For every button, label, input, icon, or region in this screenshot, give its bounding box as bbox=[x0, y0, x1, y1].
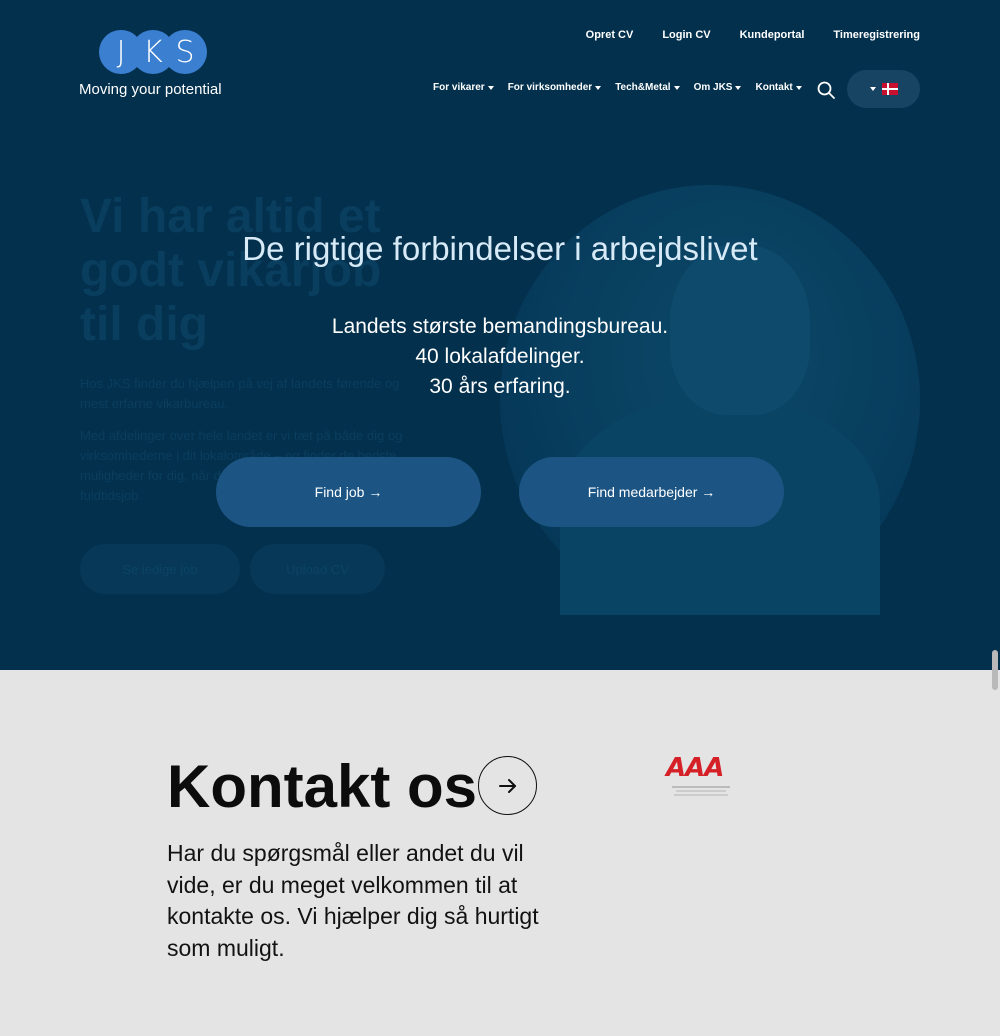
contact-text: Har du spørgsmål eller andet du vil vide… bbox=[167, 840, 539, 961]
top-links: Opret CV Login CV Kundeportal Timeregist… bbox=[586, 29, 920, 41]
caret-down-icon bbox=[795, 85, 802, 90]
language-selector[interactable] bbox=[847, 70, 920, 108]
nav-item-label: Om JKS bbox=[693, 82, 733, 93]
caret-down-icon bbox=[735, 85, 742, 90]
nav-item-for-vikarer[interactable]: For vikarer bbox=[433, 82, 494, 93]
aaa-rating-badge: AAA bbox=[666, 755, 736, 799]
logo-letter: S bbox=[163, 30, 207, 74]
caret-down-icon bbox=[673, 85, 680, 90]
hero-line: 40 lokalafdelinger. bbox=[415, 345, 585, 368]
caret-down-icon bbox=[487, 85, 494, 90]
nav-item-label: Kontakt bbox=[755, 82, 793, 93]
aaa-badge-text: AAA bbox=[666, 753, 724, 783]
nav-item-om-jks[interactable]: Om JKS bbox=[694, 82, 742, 93]
nav-item-label: For virksomheder bbox=[507, 82, 593, 93]
nav-item-tech-metal[interactable]: Tech&Metal bbox=[615, 82, 680, 93]
background-buttons: Se ledige job Upload CV bbox=[80, 544, 420, 594]
top-link-opret-cv[interactable]: Opret CV bbox=[586, 29, 634, 41]
nav-item-kontakt[interactable]: Kontakt bbox=[755, 82, 802, 93]
contact-arrow-button[interactable] bbox=[478, 756, 537, 815]
badge-fine-print bbox=[674, 794, 728, 796]
arrow-right-icon bbox=[498, 778, 516, 793]
search-icon[interactable] bbox=[817, 81, 835, 99]
nav-item-for-virksomheder[interactable]: For virksomheder bbox=[507, 82, 602, 93]
badge-divider bbox=[672, 786, 730, 788]
caret-down-icon bbox=[869, 87, 876, 91]
jks-logo[interactable]: J K S Moving your potential bbox=[79, 30, 239, 100]
background-button-jobs: Se ledige job bbox=[80, 544, 240, 594]
hero-subtitle: Landets største bemandingsbureau. 40 lok… bbox=[0, 312, 1000, 402]
background-button-cv: Upload CV bbox=[250, 544, 385, 594]
denmark-flag-icon bbox=[881, 83, 898, 95]
find-employee-button[interactable]: Find medarbejder → bbox=[519, 457, 784, 527]
logo-tagline: Moving your potential bbox=[79, 81, 222, 98]
hero-line: 30 års erfaring. bbox=[429, 375, 571, 398]
contact-title: Kontakt os bbox=[167, 753, 478, 820]
hero-title: De rigtige forbindelser i arbejdslivet bbox=[242, 230, 758, 267]
caret-down-icon bbox=[595, 85, 602, 90]
badge-fine-print bbox=[676, 790, 726, 792]
hero-section: Vi har altid et godt vikarjob til dig Ho… bbox=[0, 0, 1000, 670]
hero-line: Landets største bemandingsbureau. bbox=[331, 315, 669, 338]
top-link-login-cv[interactable]: Login CV bbox=[662, 29, 710, 41]
main-nav: For vikarer For virksomheder Tech&Metal … bbox=[433, 82, 802, 93]
nav-item-label: Tech&Metal bbox=[615, 82, 671, 93]
find-job-button[interactable]: Find job → bbox=[216, 457, 481, 527]
scrollbar-thumb[interactable] bbox=[992, 650, 998, 690]
nav-item-label: For vikarer bbox=[433, 82, 485, 93]
top-link-timeregistrering[interactable]: Timeregistrering bbox=[833, 29, 920, 41]
logo-circles: J K S bbox=[99, 30, 209, 74]
top-link-kundeportal[interactable]: Kundeportal bbox=[740, 29, 805, 41]
